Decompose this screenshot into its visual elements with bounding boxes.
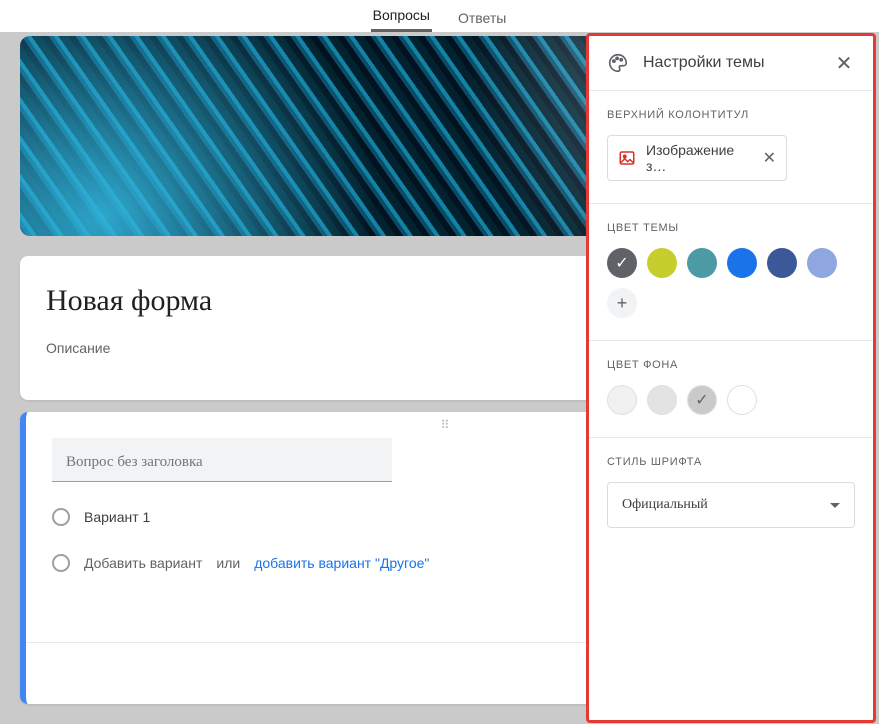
- image-icon: [618, 149, 636, 167]
- tab-answers[interactable]: Ответы: [456, 4, 508, 32]
- form-canvas: Новая форма Описание ⠿ Один из спи Вариа…: [0, 32, 879, 724]
- theme-color-swatch[interactable]: [727, 248, 757, 278]
- theme-color-swatch[interactable]: [647, 248, 677, 278]
- add-other-link[interactable]: добавить вариант "Другое": [254, 555, 429, 571]
- theme-color-swatch[interactable]: ✓: [607, 248, 637, 278]
- theme-color-swatch[interactable]: [807, 248, 837, 278]
- page-tabs: Вопросы Ответы: [0, 0, 879, 32]
- font-style-select[interactable]: Официальный: [607, 482, 855, 528]
- theme-color-swatch[interactable]: [767, 248, 797, 278]
- header-image-chip[interactable]: Изображение з… ✕: [607, 135, 787, 181]
- bg-color-swatches: ✓: [607, 385, 855, 415]
- radio-icon: [52, 554, 70, 572]
- theme-panel-title: Настройки темы: [643, 54, 819, 72]
- question-title-input[interactable]: [52, 438, 392, 482]
- theme-color-swatches: ✓+: [607, 248, 855, 318]
- tab-questions[interactable]: Вопросы: [371, 1, 432, 32]
- palette-icon: [607, 52, 629, 74]
- bg-color-swatch[interactable]: [647, 385, 677, 415]
- bg-color-label: ЦВЕТ ФОНА: [607, 359, 855, 371]
- close-icon[interactable]: ✕: [833, 52, 855, 74]
- theme-panel: Настройки темы ✕ ВЕРХНИЙ КОЛОНТИТУЛ Изоб…: [586, 33, 876, 723]
- remove-image-icon[interactable]: ✕: [763, 148, 776, 168]
- theme-color-label: ЦВЕТ ТЕМЫ: [607, 222, 855, 234]
- theme-color-swatch[interactable]: [687, 248, 717, 278]
- or-text: или: [216, 555, 240, 571]
- bg-color-swatch[interactable]: ✓: [687, 385, 717, 415]
- chevron-down-icon: [830, 503, 840, 508]
- add-color-button[interactable]: +: [607, 288, 637, 318]
- font-style-value: Официальный: [622, 497, 708, 513]
- option-label[interactable]: Вариант 1: [84, 509, 150, 525]
- header-image-name: Изображение з…: [646, 142, 753, 174]
- bg-color-swatch[interactable]: [727, 385, 757, 415]
- header-section-label: ВЕРХНИЙ КОЛОНТИТУЛ: [607, 109, 855, 121]
- radio-icon: [52, 508, 70, 526]
- font-style-label: СТИЛЬ ШРИФТА: [607, 456, 855, 468]
- add-option-link[interactable]: Добавить вариант: [84, 555, 202, 571]
- bg-color-swatch[interactable]: [607, 385, 637, 415]
